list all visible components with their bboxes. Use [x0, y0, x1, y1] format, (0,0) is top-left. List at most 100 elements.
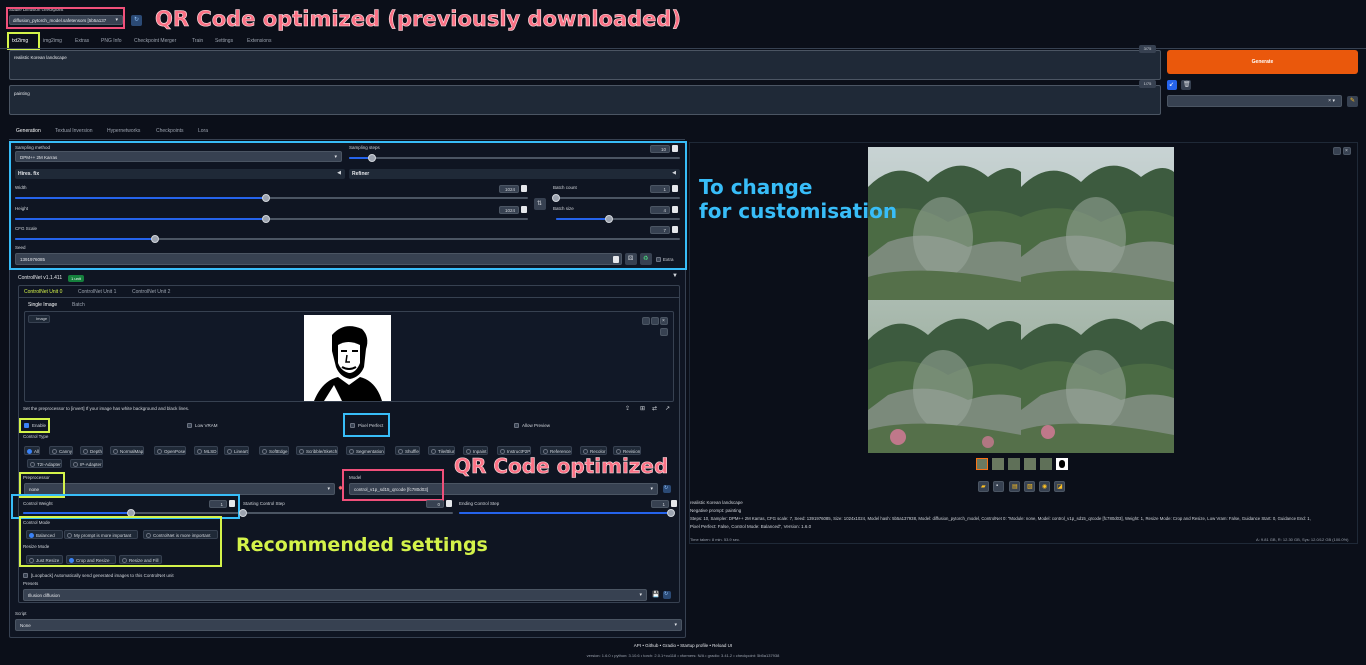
tab-batch[interactable]: Batch — [72, 302, 85, 308]
control-type-ip-adapter[interactable]: IP-Adapter — [70, 459, 103, 468]
tab-controlnet-unit-0[interactable]: ControlNet Unit 0 — [24, 289, 62, 295]
control-type-segmentation[interactable]: Segmentation — [346, 446, 385, 455]
undo-button[interactable] — [642, 317, 650, 325]
annotation-box-enable — [19, 418, 50, 433]
output-actions: ▰ ▪ ▤ ▧ ◉ ◪ — [978, 481, 1066, 492]
control-type-scribble[interactable]: Scribble/Sketch — [296, 446, 339, 455]
thumbnail-4[interactable] — [1040, 458, 1052, 470]
generated-image-grid[interactable] — [868, 147, 1174, 453]
low-vram-checkbox[interactable] — [187, 423, 192, 428]
send-to-extras-button[interactable]: ◪ — [1054, 481, 1065, 492]
control-type-tile[interactable]: Tile/Blur — [428, 446, 456, 455]
tab-png-info[interactable]: PNG Info — [101, 38, 122, 44]
close-image-button[interactable]: × — [660, 317, 668, 325]
prompt-text: realistic Korean landscape — [14, 55, 67, 60]
control-type-openpose[interactable]: OpenPose — [154, 446, 187, 455]
thumbnail-2[interactable] — [1008, 458, 1020, 470]
end-step-input[interactable]: 1 — [651, 500, 669, 508]
end-step-spinner[interactable] — [671, 500, 677, 507]
thumbnail-grid[interactable] — [976, 458, 988, 470]
styles-select[interactable]: × ▾ — [1167, 95, 1342, 107]
startup-profile-link[interactable]: Startup profile — [680, 643, 708, 648]
version-info: version: 1.6.0 • python: 3.10.6 • torch:… — [586, 653, 780, 658]
control-type-softedge[interactable]: SoftEdge — [259, 446, 289, 455]
footer-links: API • Github • Gradio • Startup profile … — [633, 643, 733, 648]
thumbnail-control[interactable] — [1056, 458, 1068, 470]
send-to-inpaint-button[interactable]: ◉ — [1039, 481, 1050, 492]
save-preset-icon[interactable]: 💾 — [652, 591, 659, 598]
loopback-checkbox[interactable] — [23, 573, 28, 578]
fullscreen-button[interactable] — [1333, 147, 1341, 155]
github-link[interactable]: Github — [645, 643, 658, 648]
tab-extensions[interactable]: Extensions — [247, 38, 271, 44]
swap-icon[interactable]: ⇄ — [652, 405, 660, 413]
allow-preview-checkbox[interactable] — [514, 423, 519, 428]
prompt-token-counter: 3/75 — [1139, 45, 1156, 53]
control-type-mlsd[interactable]: MLSD — [194, 446, 218, 455]
info-negative: Negative prompt: painting — [690, 508, 742, 513]
control-type-normalmap[interactable]: NormalMap — [110, 446, 145, 455]
reload-ui-link[interactable]: Reload UI — [712, 643, 732, 648]
upload-icon[interactable]: ⇪ — [625, 405, 633, 413]
close-gallery-button[interactable]: × — [1343, 147, 1351, 155]
thumbnail-1[interactable] — [992, 458, 1004, 470]
refresh-checkpoint-button[interactable]: ↻ — [131, 15, 142, 26]
tab-controlnet-unit-1[interactable]: ControlNet Unit 1 — [78, 289, 116, 295]
tab-settings[interactable]: Settings — [215, 38, 233, 44]
paste-params-button[interactable]: ↙ — [1167, 80, 1177, 90]
open-folder-button[interactable]: ▰ — [978, 481, 989, 492]
edit-image-button[interactable] — [651, 317, 659, 325]
script-select[interactable]: None ▾ — [15, 619, 682, 631]
tab-single-image[interactable]: Single Image — [28, 302, 57, 308]
edit-styles-button[interactable]: ✎ — [1347, 96, 1358, 107]
refresh-models-button[interactable]: ↻ — [663, 485, 671, 493]
control-type-lineart[interactable]: Lineart — [224, 446, 249, 455]
tab-checkpoint-merger[interactable]: Checkpoint Merger — [134, 38, 176, 44]
thumbnail-3[interactable] — [1024, 458, 1036, 470]
prompt-textarea[interactable]: realistic Korean landscape — [9, 50, 1161, 80]
tab-hypernetworks[interactable]: Hypernetworks — [107, 128, 140, 134]
tab-checkpoints[interactable]: Checkpoints — [156, 128, 184, 134]
save-button[interactable]: ▪ — [993, 481, 1004, 492]
trash-button[interactable]: 🗑 — [1181, 80, 1191, 90]
zip-button[interactable]: ▤ — [1009, 481, 1020, 492]
start-step-spinner[interactable] — [446, 500, 452, 507]
tab-img2img[interactable]: img2img — [43, 38, 62, 44]
tab-lora[interactable]: Lora — [198, 128, 208, 134]
send-icon[interactable]: ↗ — [665, 405, 673, 413]
tabs-divider — [0, 48, 1366, 49]
control-type-all[interactable]: All — [24, 446, 41, 455]
tab-generation[interactable]: Generation — [16, 128, 41, 134]
tab-extras[interactable]: Extras — [75, 38, 89, 44]
generate-button[interactable]: Generate — [1167, 50, 1358, 74]
api-link[interactable]: API — [634, 643, 641, 648]
zip-icon: ▤ — [1012, 484, 1018, 490]
control-type-shuffle[interactable]: Shuffle — [395, 446, 420, 455]
collapse-icon[interactable]: ▼ — [672, 273, 678, 279]
camera-button[interactable] — [660, 328, 668, 336]
start-step-slider[interactable] — [239, 509, 453, 517]
control-type-depth[interactable]: Depth — [80, 446, 104, 455]
close-icon: × — [1345, 148, 1348, 154]
tab-train[interactable]: Train — [192, 38, 203, 44]
info-params-2: Pixel Perfect: False, Control Mode: Bala… — [690, 524, 812, 529]
gradio-link[interactable]: Gradio — [662, 643, 676, 648]
negative-prompt-text: painting — [14, 91, 30, 96]
control-type-t2i-adapter[interactable]: T2I-Adapter — [27, 459, 62, 468]
refresh-presets-button[interactable]: ↻ — [663, 591, 671, 599]
control-type-canny[interactable]: Canny — [49, 446, 74, 455]
tab-textual-inversion[interactable]: Textual Inversion — [55, 128, 93, 134]
loopback-label: [Loopback] Automatically send generated … — [31, 573, 174, 578]
start-step-input[interactable]: 0 — [426, 500, 444, 508]
negative-prompt-textarea[interactable]: painting — [9, 85, 1161, 115]
tab-controlnet-unit-2[interactable]: ControlNet Unit 2 — [132, 289, 170, 295]
trash-icon: 🗑 — [1183, 82, 1191, 88]
end-step-slider[interactable] — [459, 509, 675, 517]
send-to-img2img-button[interactable]: ▧ — [1024, 481, 1035, 492]
brush-icon: ✎ — [1350, 98, 1356, 104]
annotation-box-settings — [9, 141, 687, 270]
presets-select[interactable]: Illusion diffusion ▾ — [23, 589, 647, 601]
chevron-down-icon: ▾ — [674, 622, 677, 628]
image-size-icon[interactable]: ⊞ — [640, 405, 648, 413]
annotation-customisation: for customisation — [699, 199, 898, 223]
